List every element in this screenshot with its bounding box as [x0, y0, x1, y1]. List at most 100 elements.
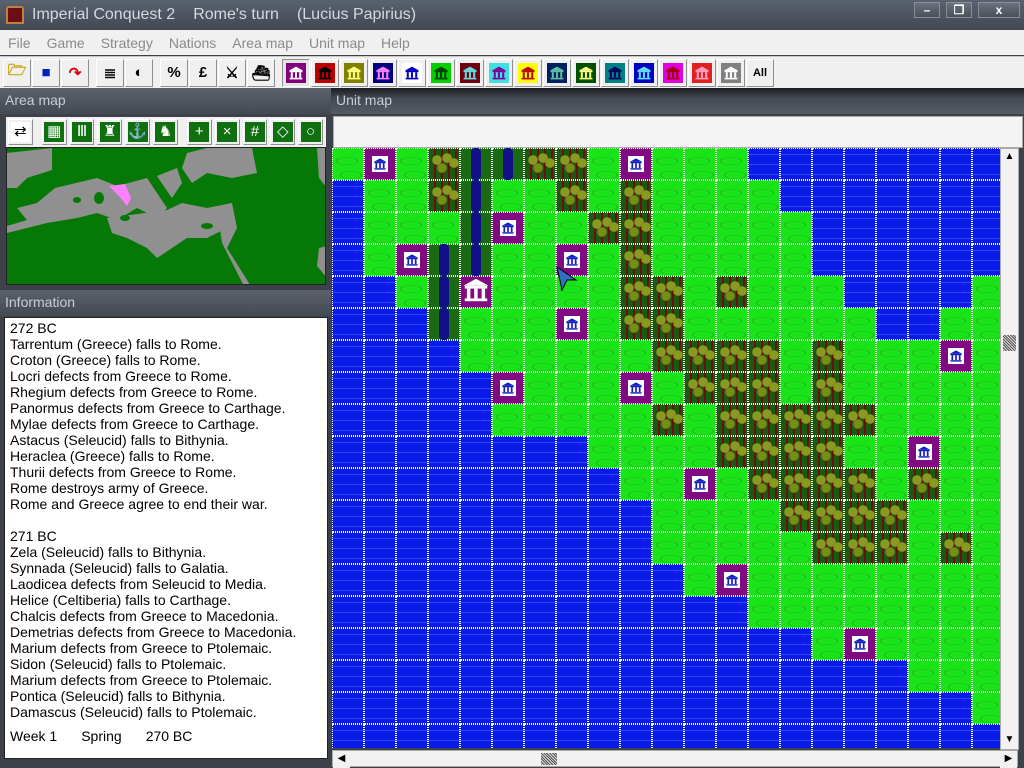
- grass-tile[interactable]: [492, 404, 524, 436]
- grass-tile[interactable]: [972, 500, 1000, 532]
- sea-tile[interactable]: [940, 692, 972, 724]
- sea-tile[interactable]: [620, 564, 652, 596]
- grass-tile[interactable]: [972, 660, 1000, 692]
- nation-button-14[interactable]: [659, 58, 687, 87]
- scroll-right-button[interactable]: ▶: [1000, 751, 1017, 768]
- grass-tile[interactable]: [588, 276, 620, 308]
- grass-tile[interactable]: [588, 244, 620, 276]
- grass-tile[interactable]: [780, 372, 812, 404]
- grass-tile[interactable]: [844, 564, 876, 596]
- grass-tile[interactable]: [684, 276, 716, 308]
- unit-map-grid[interactable]: [332, 148, 1000, 748]
- sea-tile[interactable]: [556, 596, 588, 628]
- nation-button-15[interactable]: [688, 58, 716, 87]
- town-tile[interactable]: [716, 564, 748, 596]
- sea-tile[interactable]: [396, 564, 428, 596]
- grass-tile[interactable]: [524, 276, 556, 308]
- sea-tile[interactable]: [332, 564, 364, 596]
- save-disk-button[interactable]: ■: [32, 58, 60, 87]
- sea-tile[interactable]: [332, 372, 364, 404]
- sea-tile[interactable]: [332, 692, 364, 724]
- sea-tile[interactable]: [684, 628, 716, 660]
- grass-tile[interactable]: [396, 276, 428, 308]
- forest-tile[interactable]: [716, 340, 748, 372]
- sea-tile[interactable]: [748, 148, 780, 180]
- town-tile[interactable]: [492, 372, 524, 404]
- sea-tile[interactable]: [460, 596, 492, 628]
- forest-tile[interactable]: [780, 436, 812, 468]
- sea-tile[interactable]: [396, 308, 428, 340]
- grass-tile[interactable]: [524, 308, 556, 340]
- cross-grid-button[interactable]: ×: [214, 119, 240, 145]
- sea-tile[interactable]: [460, 692, 492, 724]
- sea-tile[interactable]: [364, 340, 396, 372]
- grass-tile[interactable]: [812, 564, 844, 596]
- grass-tile[interactable]: [940, 596, 972, 628]
- sea-tile[interactable]: [524, 660, 556, 692]
- grass-tile[interactable]: [620, 468, 652, 500]
- sea-tile[interactable]: [492, 692, 524, 724]
- grass-tile[interactable]: [876, 564, 908, 596]
- river-tile[interactable]: [460, 244, 492, 276]
- sea-tile[interactable]: [332, 468, 364, 500]
- sea-tile[interactable]: [428, 596, 460, 628]
- grass-tile[interactable]: [748, 500, 780, 532]
- grass-tile[interactable]: [652, 180, 684, 212]
- grass-tile[interactable]: [780, 244, 812, 276]
- nation-button-13[interactable]: [630, 58, 658, 87]
- circle-button[interactable]: ○: [298, 119, 323, 145]
- sea-tile[interactable]: [940, 180, 972, 212]
- sea-tile[interactable]: [940, 148, 972, 180]
- grass-tile[interactable]: [588, 404, 620, 436]
- menu-strategy[interactable]: Strategy: [101, 35, 153, 51]
- forest-tile[interactable]: [652, 340, 684, 372]
- sea-tile[interactable]: [652, 564, 684, 596]
- sea-tile[interactable]: [748, 660, 780, 692]
- plus-grid-button[interactable]: +: [186, 119, 212, 145]
- sea-tile[interactable]: [588, 500, 620, 532]
- sea-tile[interactable]: [812, 660, 844, 692]
- sea-tile[interactable]: [524, 564, 556, 596]
- sea-tile[interactable]: [460, 436, 492, 468]
- nation-button-16[interactable]: [717, 58, 745, 87]
- sea-tile[interactable]: [396, 660, 428, 692]
- forest-tile[interactable]: [844, 532, 876, 564]
- grass-tile[interactable]: [684, 500, 716, 532]
- sea-tile[interactable]: [620, 628, 652, 660]
- grass-tile[interactable]: [524, 244, 556, 276]
- forest-tile[interactable]: [748, 340, 780, 372]
- grass-tile[interactable]: [876, 468, 908, 500]
- forest-tile[interactable]: [620, 276, 652, 308]
- grass-tile[interactable]: [780, 564, 812, 596]
- grass-tile[interactable]: [748, 532, 780, 564]
- nation-button-9[interactable]: [514, 58, 542, 87]
- grass-tile[interactable]: [716, 468, 748, 500]
- grass-tile[interactable]: [652, 532, 684, 564]
- sea-tile[interactable]: [876, 212, 908, 244]
- grass-tile[interactable]: [908, 660, 940, 692]
- sea-tile[interactable]: [588, 596, 620, 628]
- sea-tile[interactable]: [908, 276, 940, 308]
- sea-tile[interactable]: [396, 628, 428, 660]
- sea-tile[interactable]: [588, 724, 620, 748]
- forest-tile[interactable]: [812, 436, 844, 468]
- grass-tile[interactable]: [812, 628, 844, 660]
- sea-tile[interactable]: [364, 564, 396, 596]
- grass-tile[interactable]: [620, 404, 652, 436]
- grass-tile[interactable]: [364, 212, 396, 244]
- sea-tile[interactable]: [524, 500, 556, 532]
- grass-tile[interactable]: [844, 436, 876, 468]
- grass-tile[interactable]: [844, 372, 876, 404]
- sea-tile[interactable]: [780, 628, 812, 660]
- grass-tile[interactable]: [780, 212, 812, 244]
- sea-tile[interactable]: [492, 532, 524, 564]
- grass-tile[interactable]: [972, 372, 1000, 404]
- town-tile[interactable]: [908, 436, 940, 468]
- sea-tile[interactable]: [620, 532, 652, 564]
- grass-tile[interactable]: [748, 308, 780, 340]
- forest-tile[interactable]: [620, 180, 652, 212]
- forest-tile[interactable]: [428, 180, 460, 212]
- sea-tile[interactable]: [940, 276, 972, 308]
- town-tile[interactable]: [940, 340, 972, 372]
- grass-tile[interactable]: [684, 564, 716, 596]
